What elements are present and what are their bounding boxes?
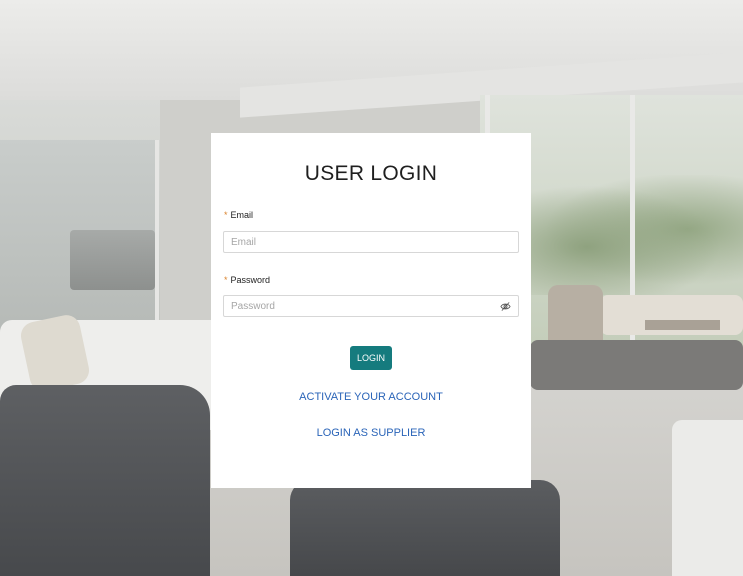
email-label: * Email (224, 210, 253, 220)
password-field-box (223, 295, 519, 317)
login-as-supplier-link[interactable]: LOGIN AS SUPPLIER (211, 427, 531, 439)
password-label: * Password (224, 275, 270, 285)
activate-account-link[interactable]: ACTIVATE YOUR ACCOUNT (211, 391, 531, 403)
email-label-text: Email (230, 210, 254, 220)
password-label-text: Password (230, 275, 271, 285)
email-field[interactable] (224, 232, 491, 253)
eye-slash-icon[interactable] (500, 301, 511, 312)
couch-corner (672, 420, 743, 576)
login-button[interactable]: LOGIN (350, 346, 392, 370)
email-field-box (223, 231, 519, 253)
login-card: USER LOGIN *Email *Password LOGIN ACTIVA… (211, 133, 531, 488)
required-marker: * (224, 210, 228, 220)
patio-table (645, 320, 720, 330)
armchair-left (0, 385, 210, 576)
required-marker: * (224, 275, 228, 285)
sofa-right (530, 340, 743, 390)
armchair-bottom (290, 480, 560, 576)
password-field[interactable] (224, 296, 491, 317)
grill (70, 230, 155, 290)
page-title: USER LOGIN (304, 162, 438, 185)
